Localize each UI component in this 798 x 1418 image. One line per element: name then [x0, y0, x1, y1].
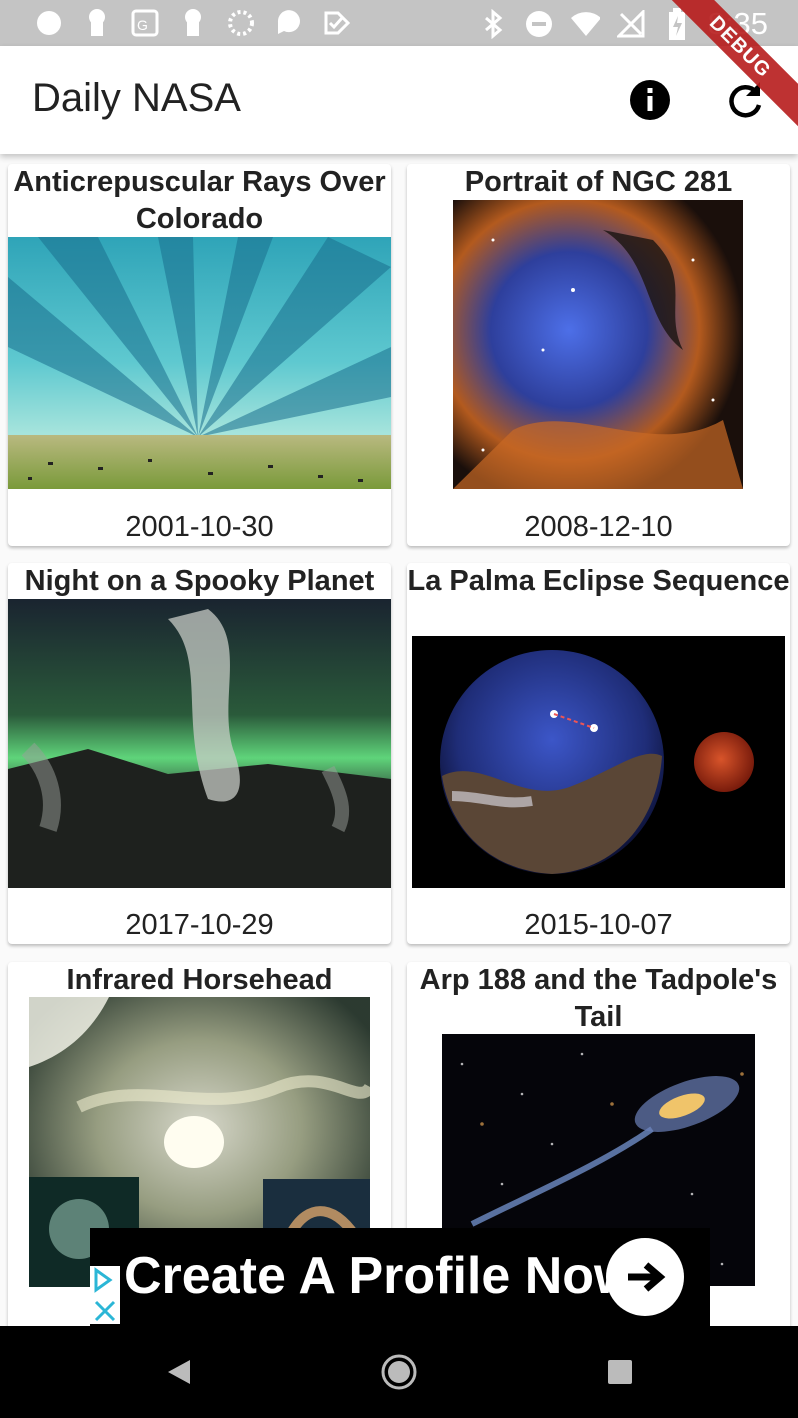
card-title: Anticrepuscular Rays Over Colorado [13, 166, 386, 235]
keyhole-icon [82, 8, 112, 38]
card-title: Arp 188 and the Tadpole's Tail [419, 964, 778, 1033]
apod-image [453, 200, 743, 489]
circle-icon [34, 8, 64, 38]
close-icon[interactable] [90, 1296, 120, 1326]
spinner-icon [226, 8, 256, 38]
apod-image [412, 636, 785, 888]
wifi-icon [570, 9, 600, 39]
chat-icon [274, 8, 304, 38]
info-icon [630, 80, 670, 120]
recents-button[interactable] [606, 1358, 634, 1386]
svg-text:G: G [137, 17, 148, 33]
bluetooth-icon [478, 9, 508, 39]
card-title: Portrait of NGC 281 [464, 166, 733, 198]
ad-choices[interactable] [90, 1266, 120, 1324]
home-button[interactable] [380, 1353, 418, 1391]
back-button[interactable] [164, 1356, 196, 1388]
ad-banner[interactable]: Create A Profile Now [90, 1228, 710, 1326]
card-title: Infrared Horsehead [66, 964, 333, 996]
keyhole-icon [178, 8, 208, 38]
page-title: Daily NASA [32, 76, 241, 120]
back-icon [168, 1360, 190, 1384]
apod-card[interactable]: La Palma Eclipse Sequence 2015-10-07 [407, 563, 790, 944]
apod-image [8, 599, 391, 888]
card-date: 2008-12-10 [524, 511, 673, 543]
navigation-bar [0, 1326, 798, 1418]
ad-text: Create A Profile Now [124, 1247, 635, 1305]
card-title: Night on a Spooky Planet [24, 565, 375, 597]
do-not-disturb-icon [524, 9, 554, 39]
check-icon [322, 8, 352, 38]
recents-icon [608, 1360, 632, 1384]
apod-card[interactable]: Night on a Spooky Planet 2017-10-29 [8, 563, 391, 944]
card-date: 2017-10-29 [125, 909, 274, 941]
notification-icons: G [34, 8, 352, 38]
info-button[interactable] [628, 78, 672, 122]
game-icon: G [130, 8, 160, 38]
app-bar: Daily NASA [0, 46, 798, 154]
card-date: 2001-10-30 [125, 511, 274, 543]
apod-card[interactable]: Anticrepuscular Rays Over Colorado 2001-… [8, 164, 391, 546]
card-title: La Palma Eclipse Sequence [407, 565, 790, 597]
ad-cta-button[interactable] [606, 1238, 684, 1316]
arrow-right-icon [628, 1262, 666, 1292]
no-signal-icon [616, 9, 646, 39]
home-icon [381, 1354, 417, 1390]
apod-image [8, 237, 391, 489]
card-date: 2015-10-07 [524, 909, 673, 941]
apod-card[interactable]: Portrait of NGC 281 2008-12-10 [407, 164, 790, 546]
